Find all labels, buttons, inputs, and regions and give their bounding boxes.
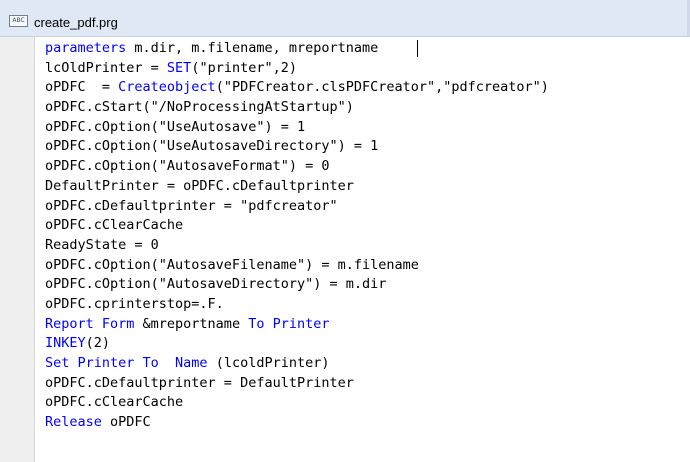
code-line[interactable]: oPDFC.cDefaultprinter = "pdfcreator" (45, 197, 549, 217)
editor-gutter (0, 37, 35, 462)
code-text: DefaultPrinter = oPDFC.cDefaultprinter (45, 177, 354, 194)
code-lines[interactable]: parameters m.dir, m.filename, mreportnam… (45, 39, 549, 433)
code-text: oPDFC.cDefaultprinter = DefaultPrinter (45, 374, 354, 391)
code-keyword: Release (45, 414, 102, 431)
code-editor[interactable]: parameters m.dir, m.filename, mreportnam… (0, 37, 690, 462)
code-text: oPDFC.cOption("AutosaveFilename") = m.fi… (45, 256, 419, 273)
code-line[interactable]: Set Printer To Name (lcoldPrinter) (45, 354, 549, 374)
code-line[interactable]: oPDFC.cOption("AutosaveFormat") = 0 (45, 157, 549, 177)
code-line[interactable]: Release oPDFC (45, 413, 549, 433)
code-line[interactable]: oPDFC.cDefaultprinter = DefaultPrinter (45, 374, 549, 394)
code-line[interactable]: DefaultPrinter = oPDFC.cDefaultprinter (45, 177, 549, 197)
text-caret (417, 40, 418, 57)
code-text: oPDFC.cprinterstop=.F. (45, 295, 224, 312)
code-text: ("PDFCreator.clsPDFCreator","pdfcreator"… (215, 79, 549, 96)
code-line[interactable]: oPDFC.cOption("AutosaveFilename") = m.fi… (45, 256, 549, 276)
code-text: oPDFC = (45, 79, 119, 96)
code-text: ReadyState = 0 (45, 236, 159, 253)
code-text: oPDFC.cClearCache (45, 394, 184, 411)
code-text: ("printer",2) (191, 59, 297, 76)
text-file-icon: ABC (9, 15, 28, 27)
code-line[interactable]: ReadyState = 0 (45, 236, 549, 256)
code-keyword: Set Printer To Name (45, 355, 208, 371)
code-line[interactable]: parameters m.dir, m.filename, mreportnam… (45, 39, 549, 59)
code-text: oPDFC.cOption("UseAutosaveDirectory") = … (45, 138, 379, 155)
code-line[interactable]: INKEY(2) (45, 334, 549, 354)
code-line[interactable]: oPDFC.cStart("/NoProcessingAtStartup") (45, 98, 549, 118)
code-keyword: Createobject (118, 79, 216, 96)
code-line[interactable]: oPDFC = Createobject("PDFCreator.clsPDFC… (45, 78, 549, 98)
code-line[interactable]: oPDFC.cClearCache (45, 393, 549, 413)
code-line[interactable]: oPDFC.cOption("AutosaveDirectory") = m.d… (45, 275, 549, 295)
code-text: (lcoldPrinter) (207, 355, 330, 371)
code-text: oPDFC (101, 414, 151, 431)
code-line[interactable]: oPDFC.cprinterstop=.F. (45, 295, 549, 315)
code-line[interactable]: oPDFC.cOption("UseAutosave") = 1 (45, 118, 549, 138)
code-line[interactable]: oPDFC.cClearCache (45, 216, 549, 236)
code-line[interactable]: oPDFC.cOption("UseAutosaveDirectory") = … (45, 137, 549, 157)
editor-window: ABC create_pdf.prg parameters m.dir, m.f… (0, 0, 690, 462)
window-title: create_pdf.prg (34, 15, 118, 30)
code-keyword: To Printer (248, 315, 330, 332)
code-keyword: SET (166, 59, 192, 76)
code-text: m.dir, m.filename, mreportname (126, 40, 379, 56)
code-line[interactable]: lcOldPrinter = SET("printer",2) (45, 59, 549, 79)
code-text: (2) (85, 335, 111, 352)
code-text: lcOldPrinter = (45, 59, 167, 76)
code-keyword: Report Form (45, 315, 135, 332)
code-keyword: parameters (45, 40, 127, 56)
window-titlebar[interactable]: ABC create_pdf.prg (0, 0, 690, 37)
code-text: &mreportname (134, 315, 249, 332)
code-keyword: INKEY (45, 335, 86, 352)
code-line[interactable]: Report Form &mreportname To Printer (45, 315, 549, 335)
code-text: oPDFC.cDefaultprinter = "pdfcreator" (45, 197, 338, 214)
code-text: oPDFC.cOption("UseAutosave") = 1 (45, 118, 306, 135)
code-text: oPDFC.cStart("/NoProcessingAtStartup") (45, 99, 354, 116)
code-text: oPDFC.cOption("AutosaveFormat") = 0 (45, 158, 330, 175)
code-text: oPDFC.cOption("AutosaveDirectory") = m.d… (45, 276, 387, 293)
code-text: oPDFC.cClearCache (45, 217, 184, 234)
